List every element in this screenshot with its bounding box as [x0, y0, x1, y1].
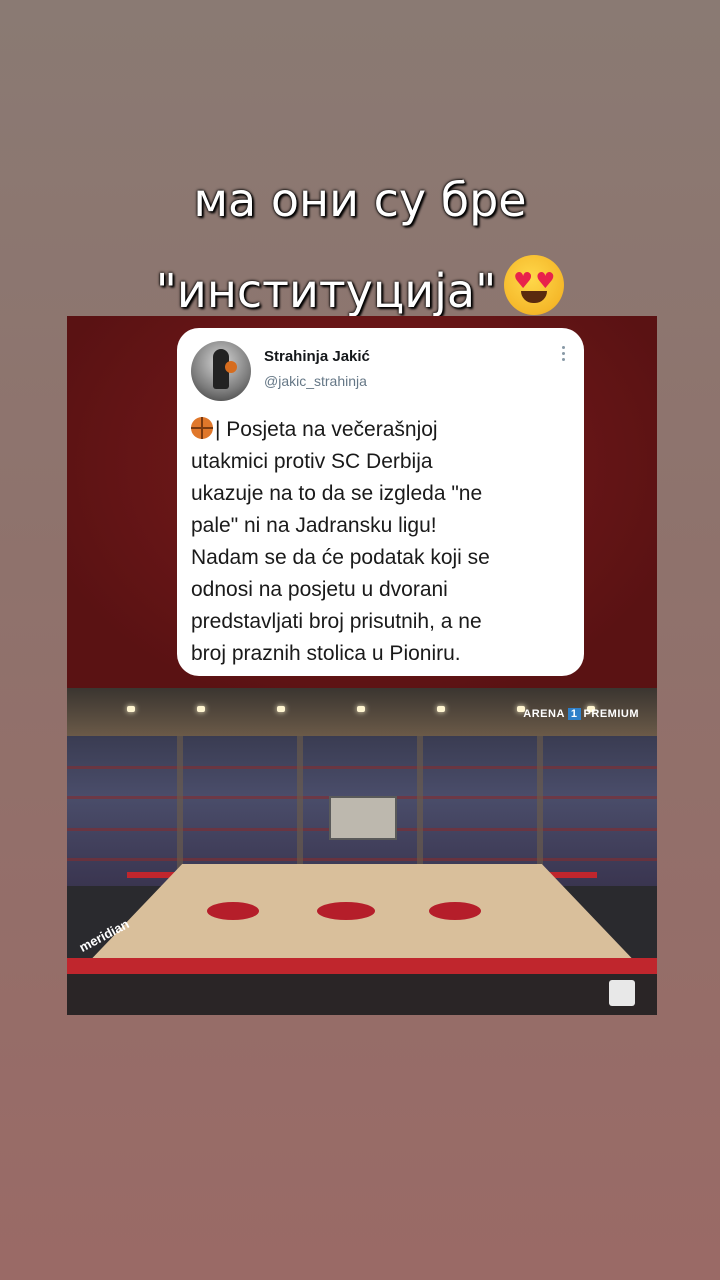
tweet-author-name[interactable]: Strahinja Jakić — [264, 348, 370, 365]
courtside-crowd — [67, 974, 657, 1015]
channel-badge: ARENA 1 PREMIUM — [523, 708, 639, 720]
arena-photo: meridian ARENA 1 PREMIUM — [67, 688, 657, 1015]
basketball-emoji-icon — [191, 417, 213, 439]
caption-line-2-text: "институција" — [155, 264, 497, 318]
avatar[interactable] — [191, 341, 251, 401]
tweet-body: | Posjeta na večerašnjoj utakmici protiv… — [191, 418, 490, 665]
ad-boards — [67, 958, 657, 974]
court-logo-right — [429, 902, 481, 920]
arena-stands — [67, 736, 657, 886]
tweet-author-handle[interactable]: @jakic_strahinja — [264, 373, 367, 389]
tweet-card[interactable]: Strahinja Jakić @jakic_strahinja | Posje… — [177, 328, 584, 676]
court-logo-center — [317, 902, 375, 920]
more-options-icon[interactable] — [562, 346, 566, 364]
tweet-text: | Posjeta na večerašnjoj utakmici protiv… — [191, 414, 571, 670]
watermark-icon — [609, 980, 635, 1006]
court-logo-left — [207, 902, 259, 920]
caption-line-1: ма они су бре — [193, 173, 527, 227]
video-frame: Strahinja Jakić @jakic_strahinja | Posje… — [67, 316, 657, 1015]
caption-line-2: "институција" ♥ ♥ — [0, 255, 720, 323]
heart-eyes-emoji-icon: ♥ ♥ — [504, 255, 565, 315]
scoreboard — [329, 796, 397, 840]
